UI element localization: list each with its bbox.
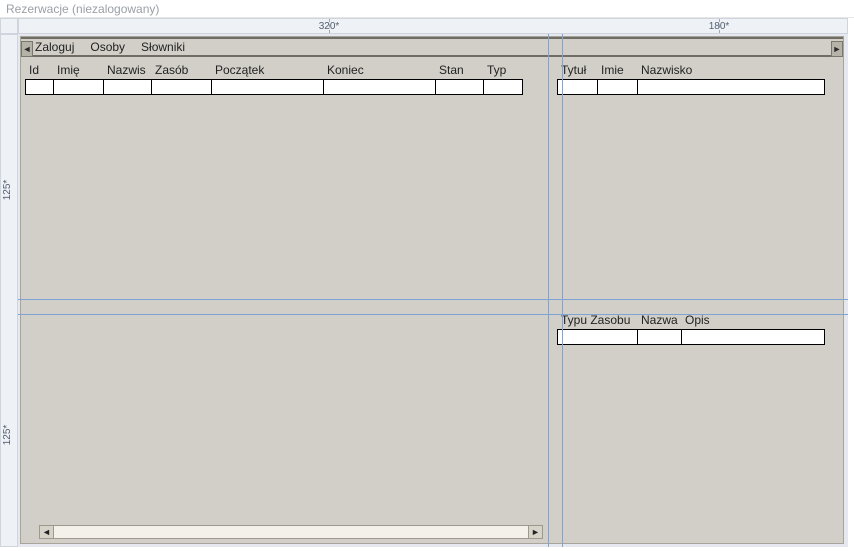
col-imie[interactable]: Imię (53, 63, 103, 77)
right-top-table-row[interactable] (557, 79, 825, 95)
right-top-table-header: Tytuł Imie Nazwisko (557, 61, 839, 79)
scroll-left-icon[interactable]: ◄ (40, 526, 54, 538)
app-root: Rezerwacje (niezalogowany) 320* 180* 125… (0, 0, 854, 551)
col-nazwisko[interactable]: Nazwisko (637, 63, 821, 77)
col-nazwa[interactable]: Nazwa (637, 313, 681, 327)
col-opis[interactable]: Opis (681, 313, 821, 327)
ruler-horizontal[interactable]: 320* 180* (18, 18, 848, 34)
menu-item-slowniki[interactable]: Słowniki (141, 40, 185, 54)
window-title: Rezerwacje (niezalogowany) (0, 0, 854, 18)
ruler-v-tick-0: 125* (2, 180, 13, 201)
col-typu-zasobu[interactable]: Typu Zasobu (557, 313, 637, 327)
main-table-header: Id Imię Nazwis Zasób Początek Koniec Sta… (25, 61, 545, 79)
col-id[interactable]: Id (25, 63, 53, 77)
col-nazwis[interactable]: Nazwis (103, 63, 151, 77)
col-typ[interactable]: Typ (483, 63, 519, 77)
menubar-scroll-left[interactable]: ◄ (21, 41, 33, 57)
main-panel: Id Imię Nazwis Zasób Początek Koniec Sta… (25, 61, 545, 541)
form-window: ◄ Zaloguj Osoby Słowniki ► Id Imię Nazwi… (20, 36, 844, 544)
ruler-vertical[interactable]: 125* 125* (0, 34, 18, 547)
menu-item-zaloguj[interactable]: Zaloguj (35, 40, 74, 54)
col-stan[interactable]: Stan (435, 63, 483, 77)
col-koniec[interactable]: Koniec (323, 63, 435, 77)
right-bottom-panel: Typu Zasobu Nazwa Opis (557, 311, 839, 541)
menubar: ◄ Zaloguj Osoby Słowniki ► (21, 37, 843, 57)
col-zasob[interactable]: Zasób (151, 63, 211, 77)
right-top-panel: Tytuł Imie Nazwisko (557, 61, 839, 297)
col-imie2[interactable]: Imie (597, 63, 637, 77)
main-table-row[interactable] (25, 79, 523, 95)
ruler-v-tick-1: 125* (2, 425, 13, 446)
menu-item-osoby[interactable]: Osoby (90, 40, 125, 54)
col-tytul[interactable]: Tytuł (557, 63, 597, 77)
main-panel-hscrollbar[interactable]: ◄ ► (39, 525, 543, 539)
col-poczatek[interactable]: Początek (211, 63, 323, 77)
scroll-right-icon[interactable]: ► (528, 526, 542, 538)
menubar-scroll-right[interactable]: ► (831, 41, 843, 57)
right-bottom-table-header: Typu Zasobu Nazwa Opis (557, 311, 839, 329)
design-surface[interactable]: ◄ Zaloguj Osoby Słowniki ► Id Imię Nazwi… (18, 34, 848, 547)
ruler-h-tick-1: 180* (709, 19, 730, 34)
ruler-corner (0, 18, 18, 34)
scroll-track[interactable] (54, 526, 528, 538)
ruler-h-tick-0: 320* (319, 19, 340, 34)
right-bottom-table-row[interactable] (557, 329, 825, 345)
